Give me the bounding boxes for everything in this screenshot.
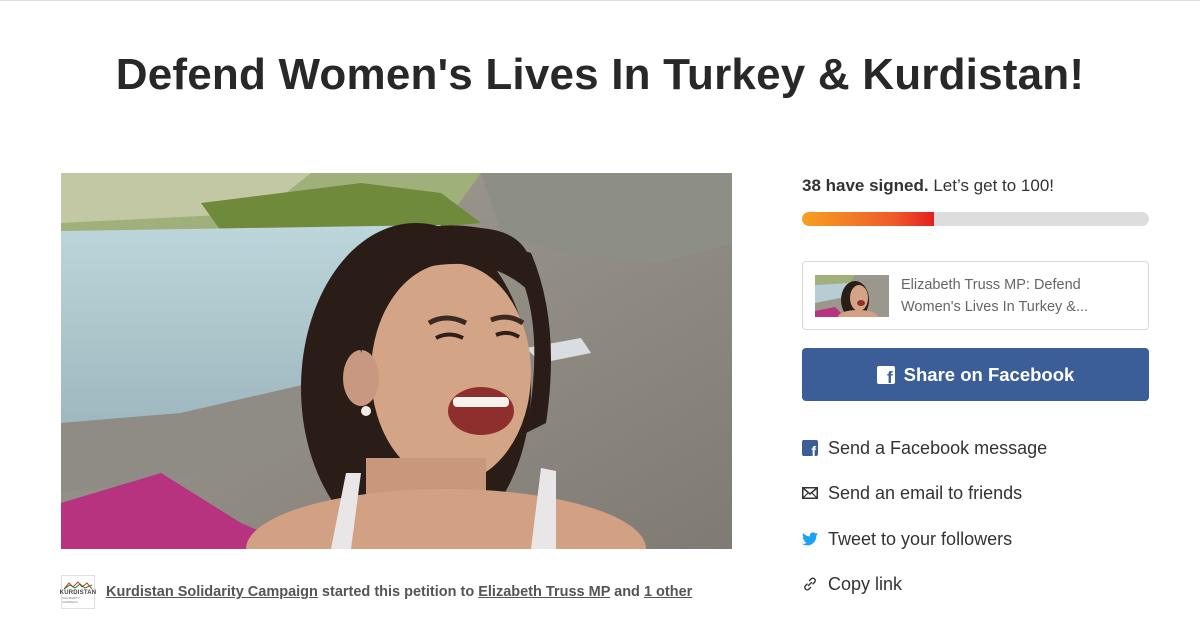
signature-count: 38 have signed. Let’s get to 100! [802, 176, 1054, 196]
share-option-label: Send an email to friends [828, 482, 1023, 503]
goal-text: Let’s get to 100! [928, 176, 1055, 195]
facebook-icon: f [802, 440, 818, 458]
twitter-bird-icon [802, 531, 818, 547]
share-on-facebook-button[interactable]: f Share on Facebook [802, 348, 1149, 401]
top-divider [0, 0, 1200, 1]
share-option-label: Send a Facebook message [828, 437, 1048, 458]
and-text: and [610, 584, 644, 600]
other-decision-makers-link[interactable]: 1 other [644, 584, 692, 600]
share-option-label: Copy link [828, 573, 903, 594]
petition-photo [61, 173, 732, 549]
link-icon [802, 576, 818, 592]
share-option-label: Tweet to your followers [828, 528, 1013, 549]
mountains-icon [64, 580, 92, 589]
logo-subtitle: SOLIDARITY CAMPAIGN [62, 595, 80, 604]
organization-link[interactable]: Kurdistan Solidarity Campaign [106, 584, 318, 600]
send-facebook-message-option[interactable]: f Send a Facebook message [802, 435, 1047, 461]
starter-text: Kurdistan Solidarity Campaign started th… [106, 584, 692, 600]
petition-title: Defend Women's Lives In Turkey & Kurdist… [115, 50, 1085, 99]
signature-progress-bar [802, 212, 1149, 226]
envelope-icon [802, 485, 818, 501]
share-preview-card: Elizabeth Truss MP: Defend Women's Lives… [802, 261, 1149, 330]
petition-starter: KURDISTAN SOLIDARITY CAMPAIGN Kurdistan … [60, 574, 692, 610]
facebook-icon: f [876, 365, 895, 386]
signed-count-text: 38 have signed. [802, 176, 929, 195]
share-preview-text: Elizabeth Truss MP: Defend Women's Lives… [901, 276, 1089, 315]
started-text: started this petition to [317, 584, 479, 600]
progress-bar-fill [802, 212, 934, 226]
share-on-facebook-label: Share on Facebook [903, 363, 1075, 385]
decision-maker-link[interactable]: Elizabeth Truss MP [478, 584, 610, 600]
tweet-option[interactable]: Tweet to your followers [802, 526, 1012, 552]
organization-logo[interactable]: KURDISTAN SOLIDARITY CAMPAIGN [60, 575, 96, 609]
send-email-option[interactable]: Send an email to friends [802, 480, 1022, 506]
copy-link-option[interactable]: Copy link [802, 571, 902, 597]
share-preview-thumbnail [815, 274, 889, 317]
